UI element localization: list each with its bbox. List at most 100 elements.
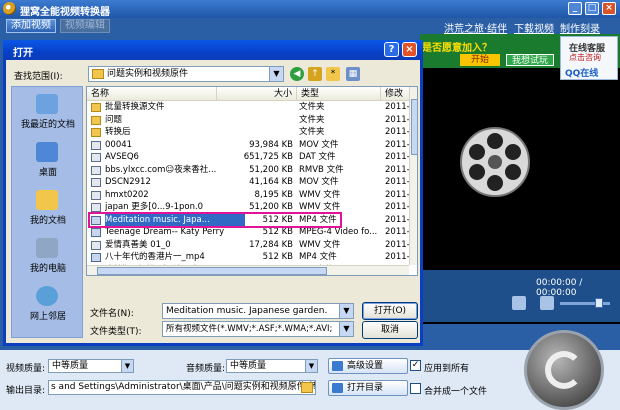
- audio-quality-label: 音频质量:: [186, 364, 226, 374]
- filetype-select[interactable]: 所有视频文件(*.WMV;*.ASF;*.WMA;*.AVI; ▼: [162, 321, 354, 337]
- video-quality-select[interactable]: 中等质量 ▼: [48, 359, 134, 373]
- file-row[interactable]: 问题 文件夹 2011-: [87, 114, 409, 127]
- scrollbar-thumb[interactable]: [411, 99, 417, 155]
- file-name: hmxt0202: [105, 189, 149, 200]
- link-promo[interactable]: 洪荒之旅·结伴: [444, 20, 507, 35]
- help-icon[interactable]: ?: [384, 42, 399, 57]
- time-display: 00:00:00 / 00:00:00: [536, 278, 583, 298]
- file-name: AVSEQ6: [105, 152, 139, 162]
- selection-highlight: [88, 212, 342, 228]
- place-network[interactable]: 网上邻居: [12, 283, 84, 325]
- file-size: 8,195 KB: [254, 189, 293, 200]
- file-row[interactable]: 批量转换源文件 文件夹 2011-: [87, 101, 409, 114]
- column-modified[interactable]: 修改: [381, 87, 409, 101]
- snapshot-icon[interactable]: [512, 296, 526, 310]
- output-path-field[interactable]: s and Settings\Administrator\桌面\产品\问题实例和…: [48, 380, 316, 395]
- chevron-down-icon[interactable]: ▼: [339, 304, 353, 318]
- convert-button[interactable]: [524, 330, 604, 410]
- close-icon[interactable]: ×: [402, 42, 417, 57]
- video-quality-value: 中等质量: [52, 361, 89, 371]
- scrollbar-thumb[interactable]: [97, 267, 327, 275]
- settings-icon: [332, 361, 343, 371]
- file-row[interactable]: hmxt0202 8,195 KB WMV 文件 2011-: [87, 189, 409, 202]
- apply-all-label: 应用到所有: [424, 364, 470, 374]
- file-mod: 2011-: [385, 114, 409, 125]
- folder-icon[interactable]: [301, 382, 313, 393]
- convert-icon: [545, 351, 583, 389]
- file-mod: 2011-: [385, 102, 409, 112]
- file-name: bbs.ylxcc.com☺夜来香社...: [105, 164, 217, 175]
- dialog-titlebar: 打开 ? ×: [3, 40, 423, 60]
- filename-field[interactable]: Meditation music. Japanese garden. ▼: [162, 303, 354, 319]
- column-size[interactable]: 大小: [217, 87, 297, 101]
- chevron-down-icon: ▼: [305, 360, 317, 372]
- video-quality-label: 视频质量:: [6, 364, 46, 374]
- up-folder-icon[interactable]: ↑: [308, 67, 322, 81]
- close-icon[interactable]: ×: [602, 2, 616, 15]
- file-row[interactable]: bbs.ylxcc.com☺夜来香社... 51,200 KB RMVB 文件 201…: [87, 164, 409, 177]
- video-file-icon: [91, 140, 101, 150]
- file-row[interactable]: 八十年代的香港片一_mp4 512 KB MP4 文件 2011-: [87, 251, 409, 264]
- minimize-icon[interactable]: _: [568, 2, 582, 15]
- file-mod: 2011-: [385, 164, 409, 175]
- speaker-icon[interactable]: [540, 296, 554, 310]
- view-menu-icon[interactable]: ▦: [346, 67, 360, 81]
- file-size: 512 KB: [262, 252, 293, 262]
- file-size: 41,164 KB: [249, 177, 293, 187]
- file-row[interactable]: AVSEQ6 651,725 KB DAT 文件 2011-: [87, 151, 409, 164]
- video-edit-button[interactable]: 视频编辑: [60, 19, 110, 33]
- online-service-ad[interactable]: 在线客服 点击咨询 QQ在线: [560, 36, 618, 80]
- file-list: 名称 大小 类型 修改 批量转换源文件 文件夹 2011- 问题 文件夹 2011- 转换后…: [86, 86, 418, 276]
- ad-try-button[interactable]: 我想试玩: [506, 54, 554, 66]
- place-label: 网上邻居: [29, 312, 66, 322]
- file-row[interactable]: 00041 93,984 KB MOV 文件 2011-: [87, 139, 409, 152]
- folder-icon: [332, 383, 343, 393]
- ad-start-button[interactable]: 开始: [460, 54, 500, 66]
- app-title: 狸窝全能视频转换器: [20, 7, 110, 18]
- look-in-select[interactable]: 问题实例和视频原件 ▼: [88, 66, 284, 82]
- column-name[interactable]: 名称: [87, 87, 217, 101]
- open-directory-button[interactable]: 打开目录: [328, 380, 408, 396]
- place-label: 我的电脑: [29, 264, 66, 274]
- file-type: WMV 文件: [299, 239, 341, 250]
- volume-slider-handle[interactable]: [595, 298, 603, 308]
- audio-quality-select[interactable]: 中等质量 ▼: [226, 359, 318, 373]
- file-type: WMV 文件: [299, 189, 341, 200]
- add-video-button[interactable]: 添加视频: [6, 19, 56, 33]
- look-in-label: 查找范围(I):: [14, 72, 63, 82]
- file-mod: 2011-: [385, 214, 409, 225]
- vertical-scrollbar[interactable]: [409, 87, 417, 265]
- file-size: 17,284 KB: [249, 239, 293, 250]
- file-name: 批量转换源文件: [105, 102, 165, 112]
- new-folder-icon[interactable]: *: [326, 67, 340, 81]
- cancel-button[interactable]: 取消: [362, 321, 418, 339]
- video-file-icon: [91, 190, 101, 200]
- column-type[interactable]: 类型: [297, 87, 381, 101]
- advanced-settings-button[interactable]: 高级设置: [328, 358, 408, 374]
- video-file-icon: [91, 153, 101, 162]
- maximize-icon[interactable]: □: [585, 2, 599, 15]
- file-name: 八十年代的香港片一_mp4: [105, 252, 205, 262]
- file-size: 51,200 KB: [249, 164, 293, 175]
- place-desktop[interactable]: 桌面: [12, 139, 84, 181]
- open-button[interactable]: 打开(O): [362, 302, 418, 320]
- file-row[interactable]: 转换后 文件夹 2011-: [87, 126, 409, 139]
- place-my-documents[interactable]: 我的文档: [12, 187, 84, 229]
- place-recent-documents[interactable]: 我最近的文档: [12, 91, 84, 133]
- dialog-title: 打开: [13, 48, 33, 59]
- desktop-icon: [36, 142, 58, 162]
- merge-checkbox[interactable]: [410, 383, 421, 394]
- place-my-computer[interactable]: 我的电脑: [12, 235, 84, 277]
- video-file-icon: [91, 228, 101, 237]
- file-row[interactable]: DSCN2912 41,164 KB MOV 文件 2011-: [87, 176, 409, 189]
- back-icon[interactable]: ◀: [290, 67, 304, 81]
- file-row[interactable]: 爱情真善美 01_0 17,284 KB WMV 文件 2011-: [87, 239, 409, 252]
- folder-icon: [91, 128, 101, 137]
- apply-all-checkbox[interactable]: ✓: [410, 360, 421, 371]
- chevron-down-icon: ▼: [121, 360, 133, 372]
- link-download-video[interactable]: 下载视频: [514, 20, 554, 35]
- file-name: 问题: [105, 114, 123, 125]
- horizontal-scrollbar[interactable]: [87, 265, 409, 275]
- my-documents-icon: [36, 190, 58, 210]
- file-mod: 2011-: [385, 202, 409, 212]
